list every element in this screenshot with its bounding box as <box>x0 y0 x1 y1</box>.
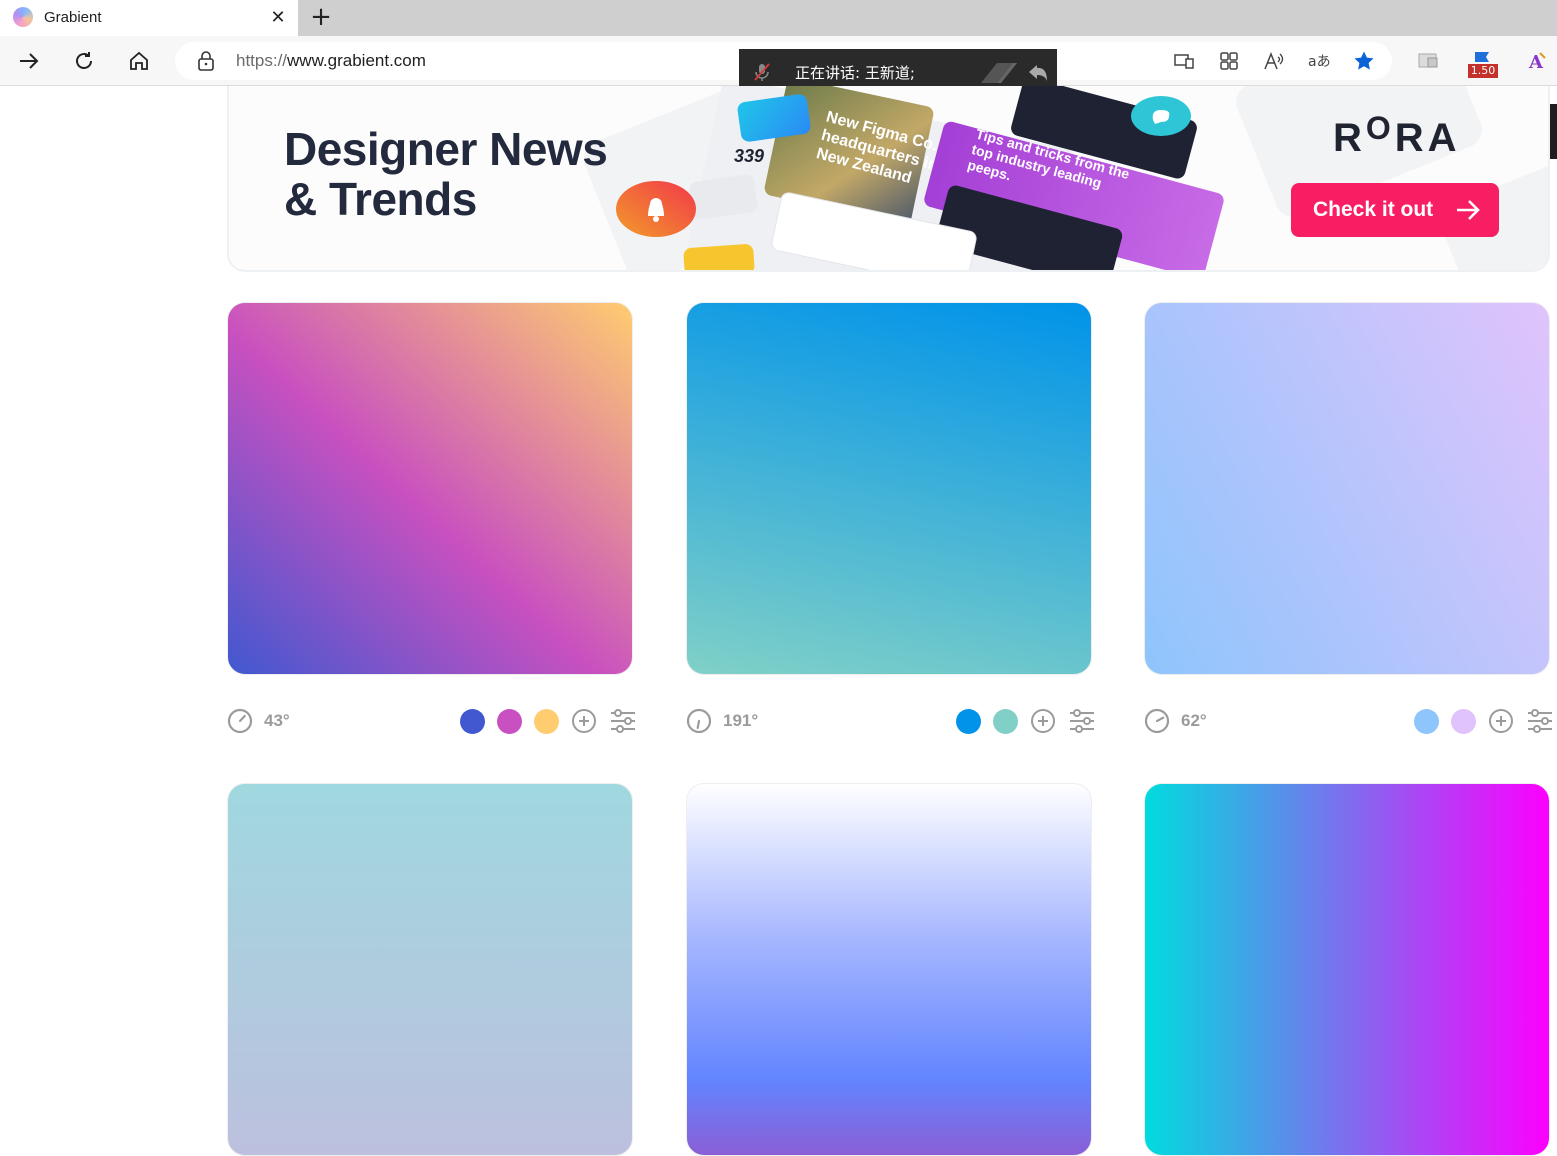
reply-icon[interactable] <box>979 59 1049 85</box>
gradient-meta: 191° <box>686 702 1099 738</box>
read-aloud-icon <box>1264 51 1284 70</box>
extension-font-button[interactable]: A <box>1522 45 1554 77</box>
color-stop-swatch[interactable] <box>993 709 1018 734</box>
banner-title: Designer News & Trends <box>284 123 608 225</box>
mockup-yellow-card <box>683 243 755 270</box>
arrow-right-icon <box>1457 200 1480 220</box>
check-it-out-button[interactable]: Check it out <box>1291 183 1499 237</box>
banner-title-line1: Designer News <box>284 123 608 175</box>
angle-label: 43° <box>264 711 290 730</box>
close-tab-button[interactable]: ✕ <box>268 6 288 28</box>
speaking-text: 正在讲话: 王新道; <box>795 64 915 82</box>
gradient-swatch[interactable] <box>1144 302 1550 675</box>
collections-grid-button[interactable] <box>1213 45 1245 77</box>
star-icon <box>1354 51 1374 70</box>
read-aloud-button[interactable] <box>1258 45 1290 77</box>
grabient-favicon-icon <box>13 7 33 27</box>
mockup-count: 339 <box>734 146 765 166</box>
translate-button[interactable]: aあ <box>1303 45 1335 77</box>
rora-logo: RORA <box>1333 110 1461 160</box>
favorite-button[interactable] <box>1348 45 1380 77</box>
add-color-icon[interactable] <box>1488 708 1514 734</box>
color-stop-swatch[interactable] <box>534 709 559 734</box>
zoom-level-badge: 1.50 <box>1468 64 1498 78</box>
home-button[interactable] <box>123 45 155 77</box>
arrow-right-icon <box>20 53 39 69</box>
reload-button[interactable] <box>68 45 100 77</box>
add-color-icon[interactable] <box>571 708 597 734</box>
designer-news-banner[interactable]: Designer News & Trends New Figma Co. hea… <box>227 86 1550 272</box>
color-stop-swatch[interactable] <box>1451 709 1476 734</box>
home-icon <box>130 51 148 70</box>
reload-icon <box>76 52 92 69</box>
gradient-swatch[interactable] <box>686 783 1092 1156</box>
add-color-icon[interactable] <box>1030 708 1056 734</box>
new-tab-button[interactable]: + <box>308 3 334 31</box>
lock-icon[interactable] <box>197 51 215 71</box>
extension-book-button[interactable] <box>1412 45 1444 77</box>
angle-dial-icon[interactable] <box>1144 708 1170 734</box>
angle-label: 62° <box>1181 711 1207 730</box>
translate-icon: aあ <box>1308 54 1331 70</box>
color-stop-swatch[interactable] <box>460 709 485 734</box>
book-icon <box>1418 53 1438 68</box>
font-icon: A <box>1528 52 1546 73</box>
cta-label: Check it out <box>1313 198 1434 221</box>
angle-dial-icon[interactable] <box>227 708 253 734</box>
angle-dial-icon[interactable] <box>686 708 712 734</box>
chat-bubble-icon <box>1131 96 1191 136</box>
grid-icon <box>1220 52 1238 70</box>
banner-title-line2: & Trends <box>284 173 477 225</box>
tab-grabient[interactable]: Grabient ✕ <box>0 0 298 36</box>
tab-title: Grabient <box>44 9 102 26</box>
color-stop-swatch[interactable] <box>1414 709 1439 734</box>
muted-mic-icon <box>754 63 770 81</box>
forward-button[interactable] <box>13 45 45 77</box>
sliders-icon[interactable] <box>1068 708 1096 734</box>
sliders-icon[interactable] <box>1526 708 1554 734</box>
gradient-swatch[interactable] <box>686 302 1092 675</box>
tab-strip: Grabient ✕ + <box>0 0 1557 36</box>
sliders-icon[interactable] <box>609 708 637 734</box>
color-stop-swatch[interactable] <box>497 709 522 734</box>
bell-icon <box>616 181 696 237</box>
app-available-button[interactable] <box>1168 45 1200 77</box>
gradient-meta: 62° <box>1144 702 1557 738</box>
color-stop-swatch[interactable] <box>956 709 981 734</box>
url-text[interactable]: https://www.grabient.com <box>236 51 426 71</box>
gradient-swatch[interactable] <box>227 783 633 1156</box>
gradient-swatch[interactable] <box>227 302 633 675</box>
svg-text:aあ: aあ <box>1308 54 1331 70</box>
app-available-icon <box>1174 54 1194 69</box>
gradient-meta: 43° <box>227 702 640 738</box>
gradient-swatch[interactable] <box>1144 783 1550 1156</box>
angle-label: 191° <box>723 711 759 730</box>
